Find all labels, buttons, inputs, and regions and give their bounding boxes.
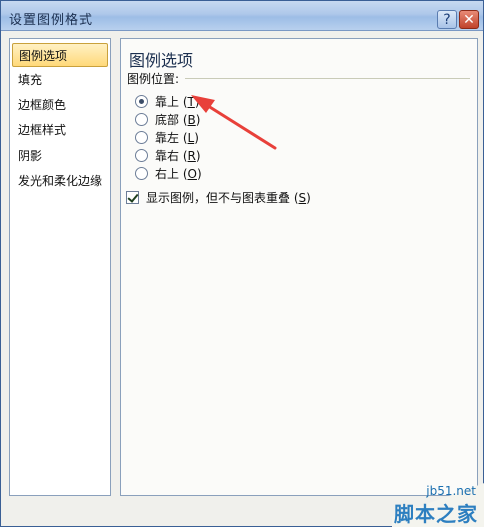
watermark-name: 脚本之家: [394, 502, 478, 526]
radio-position-top-right[interactable]: 右上 (O): [135, 164, 202, 182]
category-sidebar: 图例选项 填充 边框颜色 边框样式 阴影 发光和柔化边缘: [9, 38, 111, 496]
radio-button[interactable]: [135, 166, 148, 180]
sidebar-item-label: 阴影: [18, 149, 43, 163]
sidebar-item-label: 发光和柔化边缘: [18, 174, 103, 188]
checkbox[interactable]: [126, 190, 139, 204]
radio-label: 底部: [155, 112, 180, 127]
radio-label: 靠上: [155, 94, 180, 109]
radio-position-right[interactable]: 靠右 (R): [135, 146, 201, 164]
site-watermark: jb51.net 脚本之家: [392, 480, 484, 527]
title-bar[interactable]: 设置图例格式 ? ✕: [1, 1, 483, 31]
close-button[interactable]: ✕: [459, 10, 479, 29]
sidebar-item-border-style[interactable]: 边框样式: [12, 118, 108, 142]
sidebar-item-shadow[interactable]: 阴影: [12, 144, 108, 168]
access-key: L: [187, 130, 195, 145]
radio-button[interactable]: [135, 148, 148, 162]
radio-label: 右上: [155, 166, 180, 181]
sidebar-item-glow-soft-edges[interactable]: 发光和柔化边缘: [12, 169, 108, 193]
section-heading: 图例位置:: [127, 72, 180, 86]
radio-position-left[interactable]: 靠左 (L): [135, 128, 199, 146]
access-key: S: [298, 190, 307, 205]
sidebar-item-label: 图例选项: [19, 49, 68, 63]
format-legend-dialog: 设置图例格式 ? ✕ 图例选项 填充 边框颜色 边框样式 阴影 发光和柔化边缘 …: [0, 0, 484, 527]
dialog-title: 设置图例格式: [9, 13, 94, 28]
close-icon: ✕: [463, 11, 475, 28]
section-divider: [185, 78, 470, 79]
radio-label: 靠右: [155, 148, 180, 163]
sidebar-item-legend-options[interactable]: 图例选项: [12, 43, 108, 67]
sidebar-item-fill[interactable]: 填充: [12, 68, 108, 92]
watermark-site: jb51.net: [426, 484, 476, 498]
radio-position-bottom[interactable]: 底部 (B): [135, 110, 200, 128]
radio-button[interactable]: [135, 130, 148, 144]
checkbox-label: 显示图例，但不与图表重叠: [146, 190, 291, 205]
radio-button[interactable]: [135, 112, 148, 126]
radio-label: 靠左: [155, 130, 180, 145]
access-key: B: [187, 112, 196, 127]
help-icon: ?: [443, 11, 451, 28]
sidebar-item-border-color[interactable]: 边框颜色: [12, 93, 108, 117]
access-key: R: [187, 148, 196, 163]
help-button[interactable]: ?: [437, 10, 457, 29]
show-legend-no-overlap-checkbox[interactable]: 显示图例，但不与图表重叠 (S): [126, 188, 311, 206]
radio-position-top[interactable]: 靠上 (T): [135, 92, 200, 110]
panel-title: 图例选项: [129, 51, 194, 70]
sidebar-item-label: 边框样式: [18, 123, 67, 137]
radio-button[interactable]: [135, 94, 148, 108]
access-key: O: [187, 166, 197, 181]
options-panel: 图例选项 图例位置: 靠上 (T) 底部 (B) 靠左 (L) 靠右 (R) 右…: [120, 38, 478, 496]
sidebar-item-label: 填充: [18, 73, 43, 87]
access-key: T: [187, 94, 195, 109]
sidebar-item-label: 边框颜色: [18, 98, 67, 112]
